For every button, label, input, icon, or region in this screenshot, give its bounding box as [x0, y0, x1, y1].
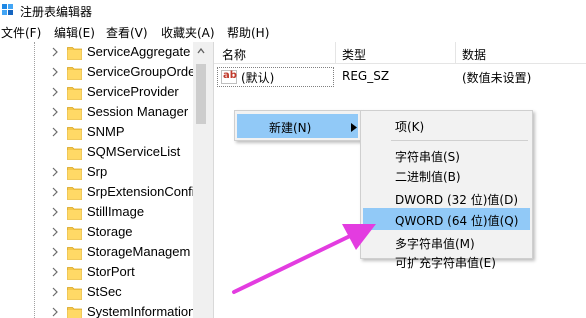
context-menu: 新建(N)	[234, 110, 361, 141]
tree-scrollbar[interactable]	[193, 42, 209, 318]
tree-item-label: SrpExtensionConfi	[87, 184, 195, 199]
ab-string-icon: ab	[221, 70, 237, 84]
chevron-right-icon[interactable]	[50, 66, 60, 78]
menu-help[interactable]: 帮助(H)	[227, 24, 269, 41]
value-row[interactable]: ab (默认) REG_SZ (数值未设置)	[217, 67, 586, 87]
menu-item-dword-value[interactable]: DWORD (32 位)值(D)	[363, 187, 530, 209]
menu-item-new[interactable]: 新建(N)	[237, 114, 358, 138]
chevron-right-icon[interactable]	[50, 186, 60, 198]
tree-item-label: StillImage	[87, 204, 145, 219]
chevron-right-icon[interactable]	[50, 106, 60, 118]
folder-icon	[67, 224, 82, 240]
folder-icon	[67, 304, 82, 318]
column-divider[interactable]	[455, 42, 456, 64]
chevron-right-icon[interactable]	[50, 166, 60, 178]
tree-item-label: ServiceProvider	[87, 84, 179, 99]
folder-icon	[67, 204, 82, 220]
menu-item-label: 项(K)	[395, 120, 425, 134]
tree-item[interactable]: ServiceAggregate	[0, 42, 193, 62]
folder-icon	[67, 184, 82, 200]
chevron-right-icon[interactable]	[50, 126, 60, 138]
registry-key-tree[interactable]: ServiceAggregate ServiceGroupOrde Servic…	[0, 42, 209, 318]
menu-item-key[interactable]: 项(K)	[363, 114, 530, 136]
tree-item-label: ServiceGroupOrde	[87, 64, 196, 79]
folder-icon	[67, 284, 82, 300]
menu-bar: 文件(F) 编辑(E) 查看(V) 收藏夹(A) 帮助(H)	[0, 22, 586, 42]
menu-separator	[391, 140, 528, 141]
regedit-app-icon	[1, 3, 15, 17]
folder-icon	[67, 164, 82, 180]
menu-view[interactable]: 查看(V)	[106, 24, 148, 41]
scroll-up-icon[interactable]	[197, 48, 205, 54]
menu-item-label: 二进制值(B)	[395, 170, 461, 184]
chevron-right-icon[interactable]	[50, 46, 60, 58]
tree-item-label: StorageManagem	[87, 244, 191, 259]
tree-item-label: StSec	[87, 284, 122, 299]
folder-icon	[67, 124, 82, 140]
tree-item[interactable]: ServiceGroupOrde	[0, 62, 196, 82]
chevron-right-icon[interactable]	[50, 246, 60, 258]
menu-file[interactable]: 文件(F)	[1, 24, 41, 41]
tree-item[interactable]: SrpExtensionConfi	[0, 182, 195, 202]
new-submenu: 项(K) 字符串值(S) 二进制值(B) DWORD (32 位)值(D) QW…	[360, 110, 533, 270]
menu-item-new-label: 新建(N)	[269, 121, 312, 135]
menu-item-label: 字符串值(S)	[395, 150, 460, 164]
tree-item[interactable]: StSec	[0, 282, 193, 302]
menu-item-qword-value[interactable]: QWORD (64 位)值(Q)	[363, 208, 530, 230]
tree-item[interactable]: StorageManagem	[0, 242, 193, 262]
tree-item-label: ServiceAggregate	[87, 44, 191, 59]
tree-item[interactable]: Storage	[0, 222, 193, 242]
menu-favorites[interactable]: 收藏夹(A)	[161, 24, 215, 41]
chevron-right-icon[interactable]	[50, 306, 60, 318]
column-header: 名称 类型 数据	[214, 42, 586, 64]
tree-item[interactable]: SQMServiceList	[0, 142, 193, 162]
tree-item[interactable]: StillImage	[0, 202, 193, 222]
chevron-right-icon[interactable]	[50, 86, 60, 98]
scrollbar-thumb[interactable]	[196, 64, 206, 124]
chevron-right-icon[interactable]	[50, 286, 60, 298]
column-name-header[interactable]: 名称	[222, 46, 246, 63]
column-divider[interactable]	[335, 42, 336, 64]
folder-icon	[67, 64, 82, 80]
menu-item-label: 多字符串值(M)	[395, 237, 475, 251]
chevron-right-icon[interactable]	[50, 266, 60, 278]
folder-icon	[67, 44, 82, 60]
value-name: (默认)	[241, 71, 275, 85]
folder-icon	[67, 104, 82, 120]
chevron-right-icon[interactable]	[50, 206, 60, 218]
tree-item[interactable]: SNMP	[0, 122, 193, 142]
tree-item-label: SystemInformation	[87, 304, 196, 318]
menu-item-multi-string-value[interactable]: 多字符串值(M)	[363, 231, 530, 253]
folder-icon	[67, 84, 82, 100]
menu-item-label: QWORD (64 位)值(Q)	[395, 214, 519, 228]
folder-icon	[67, 264, 82, 280]
tree-item-label: Session Manager	[87, 104, 189, 119]
menu-item-expandable-string-value[interactable]: 可扩充字符串值(E)	[363, 252, 530, 272]
value-type: REG_SZ	[342, 69, 390, 83]
menu-item-label: DWORD (32 位)值(D)	[395, 193, 518, 207]
menu-item-string-value[interactable]: 字符串值(S)	[363, 144, 530, 166]
submenu-arrow-icon	[351, 123, 357, 132]
tree-item-label: Srp	[87, 164, 108, 179]
menu-edit[interactable]: 编辑(E)	[54, 24, 95, 41]
folder-icon	[67, 244, 82, 260]
tree-item-label: StorPort	[87, 264, 135, 279]
tree-item[interactable]: Srp	[0, 162, 193, 182]
tree-item[interactable]: SystemInformation	[0, 302, 196, 318]
tree-item[interactable]: StorPort	[0, 262, 193, 282]
title-bar: 注册表编辑器	[0, 0, 586, 22]
menu-item-label: 可扩充字符串值(E)	[395, 256, 496, 270]
chevron-right-icon[interactable]	[50, 226, 60, 238]
tree-item-label: Storage	[87, 224, 133, 239]
folder-icon	[67, 144, 82, 160]
column-data-header[interactable]: 数据	[462, 46, 486, 63]
tree-item[interactable]: Session Manager	[0, 102, 193, 122]
tree-item-label: SNMP	[87, 124, 125, 139]
menu-item-binary-value[interactable]: 二进制值(B)	[363, 164, 530, 186]
tree-item[interactable]: ServiceProvider	[0, 82, 193, 102]
column-type-header[interactable]: 类型	[342, 46, 366, 63]
tree-item-label: SQMServiceList	[87, 144, 181, 159]
window-title: 注册表编辑器	[20, 5, 93, 19]
value-data: (数值未设置)	[462, 71, 532, 85]
